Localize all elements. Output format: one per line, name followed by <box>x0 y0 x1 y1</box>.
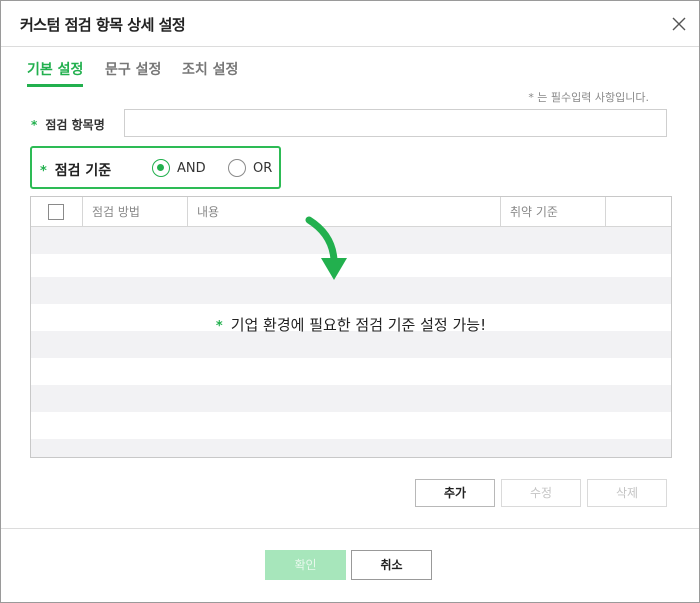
required-note: * 는 필수입력 사항입니다. <box>528 91 649 104</box>
radio-checked-icon <box>152 159 170 177</box>
curved-arrow-icon <box>305 216 347 280</box>
close-icon <box>672 17 686 31</box>
delete-button[interactable]: 삭제 <box>587 479 667 507</box>
criteria-or-radio[interactable]: OR <box>228 159 272 177</box>
select-all-cell <box>31 197 83 227</box>
table-row <box>31 331 671 358</box>
criteria-label-row: * 점검 기준 <box>40 160 111 180</box>
confirm-button[interactable]: 확인 <box>265 550 346 580</box>
required-mark: * <box>40 164 47 179</box>
hint-mark: * <box>215 319 223 334</box>
dialog-header: 커스텀 점검 항목 상세 설정 <box>1 1 699 47</box>
criteria-label: 점검 기준 <box>54 163 112 179</box>
table-row <box>31 439 671 457</box>
hint-text: 기업 환경에 필요한 점검 기준 설정 가능! <box>230 316 487 334</box>
tab-action-settings[interactable]: 조치 설정 <box>182 59 238 87</box>
criteria-or-label: OR <box>253 160 273 176</box>
table-row <box>31 385 671 412</box>
tab-message-settings[interactable]: 문구 설정 <box>105 59 161 87</box>
select-all-checkbox[interactable] <box>48 204 64 220</box>
column-header-vuln-criteria: 취약 기준 <box>501 197 606 227</box>
criteria-and-radio[interactable]: AND <box>152 159 206 177</box>
column-header-method: 점검 방법 <box>83 197 188 227</box>
item-name-label-row: * 점검 항목명 <box>31 114 105 133</box>
required-mark: * <box>31 118 38 132</box>
custom-check-item-dialog: 커스텀 점검 항목 상세 설정 기본 설정 문구 설정 조치 설정 * 는 필수… <box>0 0 700 603</box>
criteria-selector: * 점검 기준 AND OR <box>30 146 281 189</box>
close-button[interactable] <box>669 14 689 34</box>
footer-divider <box>1 528 699 529</box>
add-button[interactable]: 추가 <box>415 479 495 507</box>
radio-unchecked-icon <box>228 159 246 177</box>
tab-basic-settings[interactable]: 기본 설정 <box>27 59 84 87</box>
criteria-and-label: AND <box>177 160 206 176</box>
column-header-extra <box>606 197 671 227</box>
edit-button[interactable]: 수정 <box>501 479 581 507</box>
item-name-input[interactable] <box>124 109 667 137</box>
hint-message: * 기업 환경에 필요한 점검 기준 설정 가능! <box>1 314 700 335</box>
item-name-label: 점검 항목명 <box>45 118 105 132</box>
dialog-title: 커스텀 점검 항목 상세 설정 <box>20 16 186 34</box>
cancel-button[interactable]: 취소 <box>351 550 432 580</box>
